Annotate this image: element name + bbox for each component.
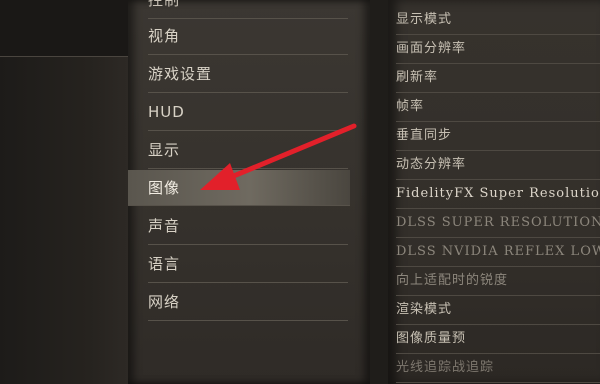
red-pointer-arrow <box>200 123 357 190</box>
arrow-head <box>200 163 240 190</box>
arrow-shaft <box>221 123 357 183</box>
